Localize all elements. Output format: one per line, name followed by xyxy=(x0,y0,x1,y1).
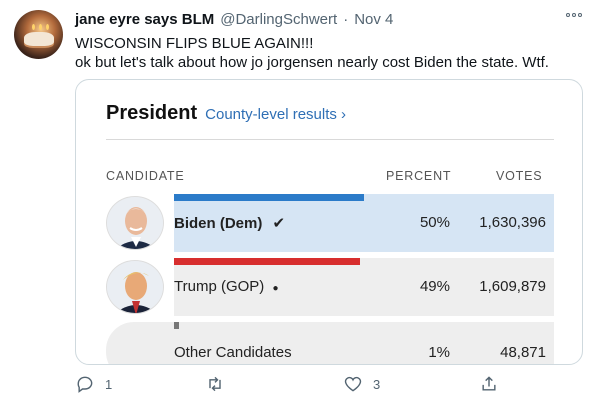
card-title: President County-level results › xyxy=(106,102,346,125)
candidate-percent: 1% xyxy=(428,344,450,361)
like-count: 3 xyxy=(373,376,381,392)
candidate-photo-biden xyxy=(106,196,164,250)
tweet-text: WISCONSIN FLIPS BLUE AGAIN!!! ok but let… xyxy=(75,34,549,72)
separator-dot: · xyxy=(343,11,349,28)
race-title: President xyxy=(106,102,198,124)
incumbent-dot-icon: ● xyxy=(272,283,279,294)
winner-check-icon: ✔ xyxy=(272,215,286,232)
user-handle[interactable]: @DarlingSchwert xyxy=(220,11,337,28)
candidate-votes: 1,630,396 xyxy=(479,214,546,231)
candidate-name-text: Trump (GOP) xyxy=(174,278,265,295)
more-options-icon[interactable] xyxy=(566,13,582,17)
share-button[interactable] xyxy=(479,374,499,394)
tweet-date[interactable]: Nov 4 xyxy=(354,11,393,28)
county-results-link[interactable]: County-level results › xyxy=(205,106,346,123)
share-bar xyxy=(174,258,360,265)
share-bar xyxy=(174,322,179,329)
candidate-row-other: Other Candidates 1% 48,871 xyxy=(106,322,554,364)
percent-column-header: PERCENT xyxy=(386,169,452,183)
tweet-text-line: ok but let's talk about how jo jorgensen… xyxy=(75,54,549,71)
candidate-name: Other Candidates xyxy=(174,344,292,361)
candidate-photo-trump xyxy=(106,260,164,314)
reply-button[interactable]: 1 xyxy=(75,374,112,394)
candidate-name: Biden (Dem) ✔ xyxy=(174,214,285,232)
retweet-button[interactable] xyxy=(205,374,235,394)
display-name[interactable]: jane eyre says BLM xyxy=(75,11,214,28)
candidate-row-biden: Biden (Dem) ✔ 50% 1,630,396 xyxy=(106,194,554,252)
candle-flame-icon xyxy=(32,24,35,30)
cake-image xyxy=(24,32,54,46)
candle-flame-icon xyxy=(39,24,42,30)
candle-flame-icon xyxy=(46,24,49,30)
candidate-row-trump: Trump (GOP) ● 49% 1,609,879 xyxy=(106,258,554,316)
retweet-icon xyxy=(209,376,221,392)
share-bar xyxy=(174,194,364,201)
candidate-name-text: Biden (Dem) xyxy=(174,215,263,232)
like-button[interactable]: 3 xyxy=(343,374,380,394)
candidate-column-header: CANDIDATE xyxy=(106,169,185,183)
candidate-votes: 48,871 xyxy=(500,344,546,361)
votes-column-header: VOTES xyxy=(496,169,543,183)
candidate-votes: 1,609,879 xyxy=(479,278,546,295)
tweet-action-bar: 1 3 xyxy=(75,374,496,398)
candidate-percent: 49% xyxy=(419,278,450,295)
candidate-name: Trump (GOP) ● xyxy=(174,278,279,295)
candidate-percent: 50% xyxy=(419,214,450,231)
avatar[interactable] xyxy=(14,10,63,59)
tweet-header: jane eyre says BLM @DarlingSchwert · Nov… xyxy=(75,11,393,28)
reply-icon xyxy=(77,376,93,393)
divider xyxy=(106,139,554,140)
heart-icon xyxy=(344,376,362,392)
reply-count: 1 xyxy=(105,376,113,392)
tweet-text-line: WISCONSIN FLIPS BLUE AGAIN!!! xyxy=(75,35,314,52)
election-results-card[interactable]: President County-level results › CANDIDA… xyxy=(75,79,583,365)
share-icon xyxy=(482,376,496,391)
